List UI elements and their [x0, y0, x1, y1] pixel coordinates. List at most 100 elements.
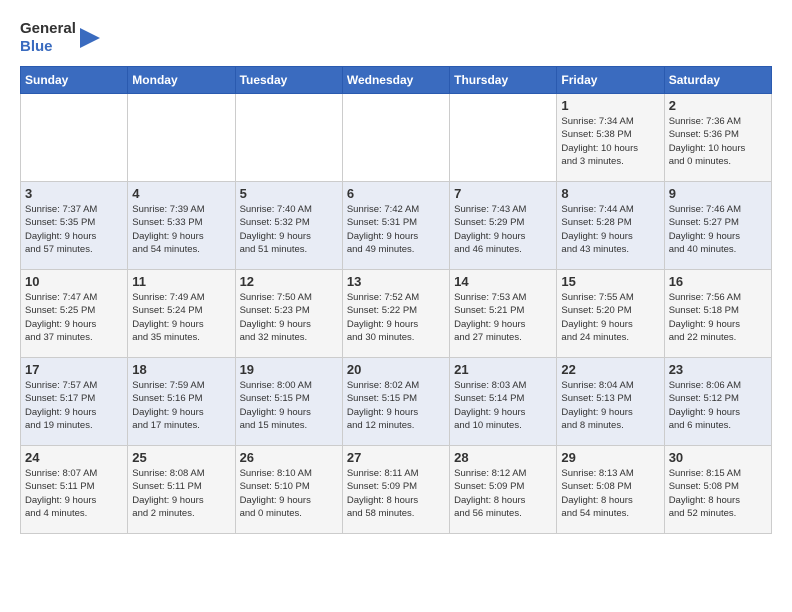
calendar-table: SundayMondayTuesdayWednesdayThursdayFrid… [20, 66, 772, 534]
calendar-cell: 21 Sunrise: 8:03 AM Sunset: 5:14 PM Dayli… [450, 358, 557, 446]
calendar-cell: 3Sunrise: 7:37 AM Sunset: 5:35 PM Daylig… [21, 182, 128, 270]
calendar-cell: 24 Sunrise: 8:07 AM Sunset: 5:11 PM Dayli… [21, 446, 128, 534]
day-info: Sunrise: 7:36 AM Sunset: 5:36 PM Dayligh… [669, 115, 767, 168]
day-number: 16 [669, 274, 767, 289]
day-info: Sunrise: 7:46 AM Sunset: 5:27 PM Dayligh… [669, 203, 767, 256]
day-number: 29 [561, 450, 659, 465]
day-header-tuesday: Tuesday [235, 67, 342, 94]
day-info: Sunrise: 7:42 AM Sunset: 5:31 PM Dayligh… [347, 203, 445, 256]
calendar-cell: 2 Sunrise: 7:36 AM Sunset: 5:36 PM Daylig… [664, 94, 771, 182]
day-number: 21 [454, 362, 552, 377]
calendar-cell: 17 Sunrise: 7:57 AM Sunset: 5:17 PM Dayli… [21, 358, 128, 446]
calendar-cell: 30 Sunrise: 8:15 AM Sunset: 5:08 PM Dayli… [664, 446, 771, 534]
day-info: Sunrise: 7:49 AM Sunset: 5:24 PM Dayligh… [132, 291, 230, 344]
day-info: Sunrise: 8:03 AM Sunset: 5:14 PM Dayligh… [454, 379, 552, 432]
day-header-friday: Friday [557, 67, 664, 94]
day-number: 11 [132, 274, 230, 289]
day-number: 25 [132, 450, 230, 465]
day-number: 9 [669, 186, 767, 201]
day-number: 23 [669, 362, 767, 377]
calendar-cell [128, 94, 235, 182]
day-info: Sunrise: 7:40 AM Sunset: 5:32 PM Dayligh… [240, 203, 338, 256]
day-number: 4 [132, 186, 230, 201]
day-info: Sunrise: 8:11 AM Sunset: 5:09 PM Dayligh… [347, 467, 445, 520]
calendar-cell: 4 Sunrise: 7:39 AM Sunset: 5:33 PM Daylig… [128, 182, 235, 270]
day-info: Sunrise: 7:56 AM Sunset: 5:18 PM Dayligh… [669, 291, 767, 344]
day-info: Sunrise: 7:44 AM Sunset: 5:28 PM Dayligh… [561, 203, 659, 256]
page-header: GeneralBlue [20, 20, 772, 56]
day-header-wednesday: Wednesday [342, 67, 449, 94]
day-info: Sunrise: 7:55 AM Sunset: 5:20 PM Dayligh… [561, 291, 659, 344]
day-number: 12 [240, 274, 338, 289]
calendar-cell: 8 Sunrise: 7:44 AM Sunset: 5:28 PM Daylig… [557, 182, 664, 270]
day-number: 17 [25, 362, 123, 377]
day-info: Sunrise: 7:52 AM Sunset: 5:22 PM Dayligh… [347, 291, 445, 344]
day-info: Sunrise: 7:39 AM Sunset: 5:33 PM Dayligh… [132, 203, 230, 256]
day-info: Sunrise: 8:00 AM Sunset: 5:15 PM Dayligh… [240, 379, 338, 432]
day-header-thursday: Thursday [450, 67, 557, 94]
day-info: Sunrise: 8:15 AM Sunset: 5:08 PM Dayligh… [669, 467, 767, 520]
calendar-cell: 18 Sunrise: 7:59 AM Sunset: 5:16 PM Dayli… [128, 358, 235, 446]
calendar-cell [342, 94, 449, 182]
day-info: Sunrise: 7:47 AM Sunset: 5:25 PM Dayligh… [25, 291, 123, 344]
calendar-cell: 28 Sunrise: 8:12 AM Sunset: 5:09 PM Dayli… [450, 446, 557, 534]
calendar-cell [21, 94, 128, 182]
day-number: 7 [454, 186, 552, 201]
day-number: 14 [454, 274, 552, 289]
day-header-saturday: Saturday [664, 67, 771, 94]
logo: GeneralBlue [20, 20, 100, 56]
day-number: 1 [561, 98, 659, 113]
logo-text: GeneralBlue [20, 20, 76, 56]
day-info: Sunrise: 8:07 AM Sunset: 5:11 PM Dayligh… [25, 467, 123, 520]
day-number: 8 [561, 186, 659, 201]
day-info: Sunrise: 8:08 AM Sunset: 5:11 PM Dayligh… [132, 467, 230, 520]
calendar-cell: 10 Sunrise: 7:47 AM Sunset: 5:25 PM Dayli… [21, 270, 128, 358]
day-number: 28 [454, 450, 552, 465]
day-number: 20 [347, 362, 445, 377]
calendar-cell: 26Sunrise: 8:10 AM Sunset: 5:10 PM Dayli… [235, 446, 342, 534]
day-header-monday: Monday [128, 67, 235, 94]
day-number: 6 [347, 186, 445, 201]
day-number: 30 [669, 450, 767, 465]
day-number: 19 [240, 362, 338, 377]
day-number: 22 [561, 362, 659, 377]
calendar-cell: 15 Sunrise: 7:55 AM Sunset: 5:20 PM Dayli… [557, 270, 664, 358]
day-info: Sunrise: 8:06 AM Sunset: 5:12 PM Dayligh… [669, 379, 767, 432]
day-info: Sunrise: 7:37 AM Sunset: 5:35 PM Dayligh… [25, 203, 123, 256]
calendar-cell: 7 Sunrise: 7:43 AM Sunset: 5:29 PM Daylig… [450, 182, 557, 270]
calendar-cell: 29 Sunrise: 8:13 AM Sunset: 5:08 PM Dayli… [557, 446, 664, 534]
day-info: Sunrise: 7:57 AM Sunset: 5:17 PM Dayligh… [25, 379, 123, 432]
day-info: Sunrise: 8:02 AM Sunset: 5:15 PM Dayligh… [347, 379, 445, 432]
day-info: Sunrise: 8:13 AM Sunset: 5:08 PM Dayligh… [561, 467, 659, 520]
calendar-cell: 12 Sunrise: 7:50 AM Sunset: 5:23 PM Dayli… [235, 270, 342, 358]
calendar-cell: 16 Sunrise: 7:56 AM Sunset: 5:18 PM Dayli… [664, 270, 771, 358]
calendar-cell: 19 Sunrise: 8:00 AM Sunset: 5:15 PM Dayli… [235, 358, 342, 446]
calendar-cell: 22 Sunrise: 8:04 AM Sunset: 5:13 PM Dayli… [557, 358, 664, 446]
calendar-cell: 23 Sunrise: 8:06 AM Sunset: 5:12 PM Dayli… [664, 358, 771, 446]
day-number: 18 [132, 362, 230, 377]
calendar-cell: 14 Sunrise: 7:53 AM Sunset: 5:21 PM Dayli… [450, 270, 557, 358]
day-header-sunday: Sunday [21, 67, 128, 94]
day-number: 26 [240, 450, 338, 465]
day-info: Sunrise: 7:34 AM Sunset: 5:38 PM Dayligh… [561, 115, 659, 168]
day-info: Sunrise: 8:12 AM Sunset: 5:09 PM Dayligh… [454, 467, 552, 520]
calendar-cell [450, 94, 557, 182]
day-info: Sunrise: 7:53 AM Sunset: 5:21 PM Dayligh… [454, 291, 552, 344]
calendar-cell: 13 Sunrise: 7:52 AM Sunset: 5:22 PM Dayli… [342, 270, 449, 358]
day-info: Sunrise: 7:43 AM Sunset: 5:29 PM Dayligh… [454, 203, 552, 256]
calendar-cell: 25 Sunrise: 8:08 AM Sunset: 5:11 PM Dayli… [128, 446, 235, 534]
day-info: Sunrise: 7:50 AM Sunset: 5:23 PM Dayligh… [240, 291, 338, 344]
day-number: 15 [561, 274, 659, 289]
day-number: 13 [347, 274, 445, 289]
day-number: 2 [669, 98, 767, 113]
day-number: 24 [25, 450, 123, 465]
day-number: 5 [240, 186, 338, 201]
day-number: 10 [25, 274, 123, 289]
calendar-cell: 6 Sunrise: 7:42 AM Sunset: 5:31 PM Daylig… [342, 182, 449, 270]
day-info: Sunrise: 7:59 AM Sunset: 5:16 PM Dayligh… [132, 379, 230, 432]
calendar-cell: 9 Sunrise: 7:46 AM Sunset: 5:27 PM Daylig… [664, 182, 771, 270]
calendar-cell [235, 94, 342, 182]
calendar-cell: 1 Sunrise: 7:34 AM Sunset: 5:38 PM Daylig… [557, 94, 664, 182]
day-number: 27 [347, 450, 445, 465]
day-info: Sunrise: 8:04 AM Sunset: 5:13 PM Dayligh… [561, 379, 659, 432]
